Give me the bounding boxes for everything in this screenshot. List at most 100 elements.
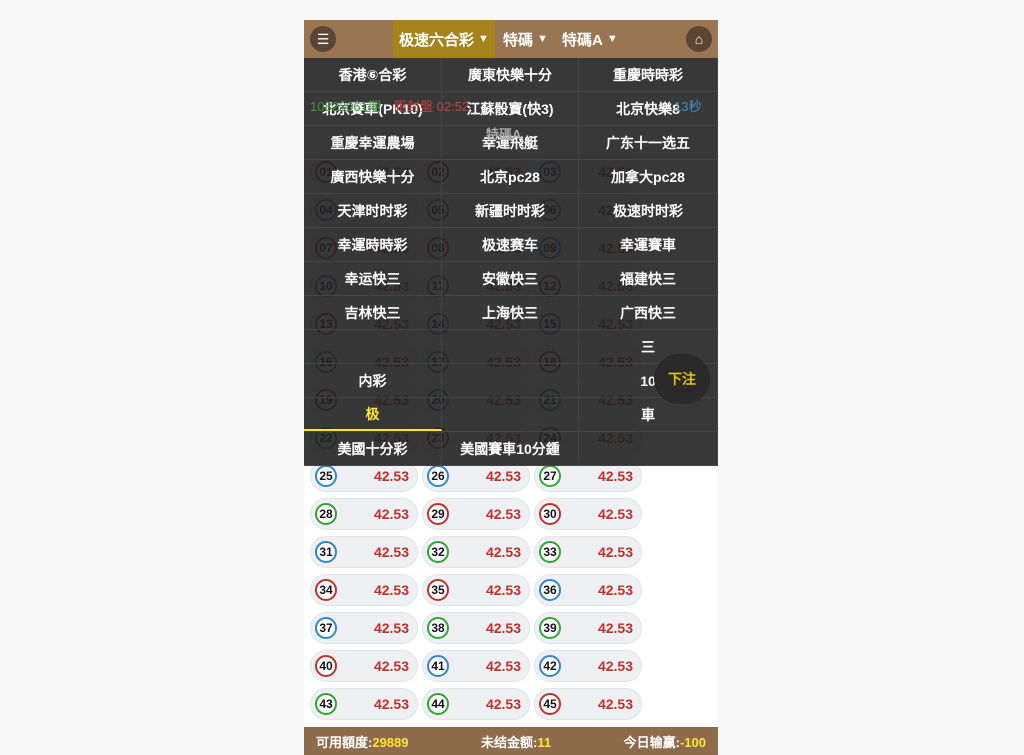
number-ball: 27: [539, 465, 561, 487]
number-ball: 39: [539, 617, 561, 639]
today-value: -100: [679, 734, 706, 750]
menu-item[interactable]: 广东十一选五: [579, 126, 718, 159]
odds: 42.53: [597, 582, 633, 598]
list-icon[interactable]: ☰: [310, 26, 336, 52]
odds: 42.53: [485, 658, 521, 674]
menu-item[interactable]: 福建快三: [579, 262, 718, 295]
menu-item: [442, 398, 579, 431]
number-ball: 42: [539, 655, 561, 677]
number-ball: 35: [427, 579, 449, 601]
number-ball: 31: [315, 541, 337, 563]
menu-row: 三: [304, 330, 718, 364]
odds: 42.53: [485, 582, 521, 598]
tab-lottery[interactable]: 极速六合彩 ▼: [393, 20, 495, 58]
ball-cell[interactable]: 38 42.53: [422, 612, 530, 644]
menu-item[interactable]: 极速时时彩: [579, 194, 718, 227]
menu-row: 廣西快樂十分 北京pc28 加拿大pc28: [304, 160, 718, 194]
tab-sub-type[interactable]: 特碼A ▼: [556, 20, 624, 58]
menu-row: 重慶幸運農場 幸運飛艇 广东十一选五: [304, 126, 718, 160]
ball-cell[interactable]: 36 42.53: [534, 574, 642, 606]
menu-item[interactable]: 极: [304, 398, 442, 431]
menu-item[interactable]: 香港⑥合彩: [304, 58, 442, 91]
number-ball: 25: [315, 465, 337, 487]
odds: 42.53: [597, 468, 633, 484]
tab-label: 特碼A: [562, 31, 603, 49]
ball-cell[interactable]: 40 42.53: [310, 650, 418, 682]
home-icon[interactable]: ⌂: [686, 26, 712, 52]
ball-cell[interactable]: 45 42.53: [534, 688, 642, 720]
odds: 42.53: [485, 696, 521, 712]
balance-label: 可用額度:: [316, 734, 373, 750]
menu-item[interactable]: 北京快樂8: [579, 92, 718, 125]
number-ball: 43: [315, 693, 337, 715]
ball-cell[interactable]: 42 42.53: [534, 650, 642, 682]
menu-item[interactable]: 美國賽車10分鍾: [442, 432, 579, 465]
menu-item[interactable]: 重慶時時彩: [579, 58, 718, 91]
menu-item[interactable]: 内彩: [304, 364, 442, 397]
menu-item[interactable]: 車: [579, 398, 718, 431]
menu-item[interactable]: 幸運賽車: [579, 228, 718, 261]
odds: 42.53: [597, 658, 633, 674]
number-ball: 40: [315, 655, 337, 677]
menu-item[interactable]: 上海快三: [442, 296, 579, 329]
menu-item[interactable]: 广西快三: [579, 296, 718, 329]
ball-cell[interactable]: 31 42.53: [310, 536, 418, 568]
number-ball: 34: [315, 579, 337, 601]
menu-item[interactable]: 吉林快三: [304, 296, 442, 329]
ball-cell[interactable]: 44 42.53: [422, 688, 530, 720]
ball-cell[interactable]: 30 42.53: [534, 498, 642, 530]
tab-label: 极速六合彩: [399, 31, 475, 49]
unsettled-label: 未结金额:: [481, 734, 538, 750]
ball-cell[interactable]: 41 42.53: [422, 650, 530, 682]
ball-cell[interactable]: 43 42.53: [310, 688, 418, 720]
ball-cell[interactable]: 29 42.53: [422, 498, 530, 530]
balance-value: 29889: [372, 734, 409, 750]
ball-cell[interactable]: 32 42.53: [422, 536, 530, 568]
menu-row: 天津时时彩 新疆时时彩 极速时时彩: [304, 194, 718, 228]
menu-item[interactable]: 北京pc28: [442, 160, 579, 193]
number-ball: 44: [427, 693, 449, 715]
unsettled: 未结金额:11: [481, 732, 551, 751]
ball-cell[interactable]: 37 42.53: [310, 612, 418, 644]
odds: 42.53: [373, 544, 409, 560]
number-ball: 45: [539, 693, 561, 715]
bet-button[interactable]: 下注: [654, 354, 710, 404]
today-result: 今日输赢:-100: [624, 732, 706, 751]
tab-play-type[interactable]: 特碼 ▼: [497, 20, 554, 58]
ball-cell[interactable]: 33 42.53: [534, 536, 642, 568]
ball-cell[interactable]: 39 42.53: [534, 612, 642, 644]
menu-item[interactable]: 加拿大pc28: [579, 160, 718, 193]
odds: 42.53: [597, 544, 633, 560]
balance: 可用額度:29889: [316, 732, 409, 751]
menu-item[interactable]: 重慶幸運農場: [304, 126, 442, 159]
menu-item[interactable]: 廣東快樂十分: [442, 58, 579, 91]
menu-item[interactable]: 江蘇骰寶(快3): [442, 92, 579, 125]
menu-item[interactable]: 安徽快三: [442, 262, 579, 295]
odds: 42.53: [373, 696, 409, 712]
menu-item[interactable]: 新疆时时彩: [442, 194, 579, 227]
menu-item[interactable]: 美國十分彩: [304, 432, 442, 465]
odds: 42.53: [373, 658, 409, 674]
number-ball: 28: [315, 503, 337, 525]
chevron-down-icon: ▼: [537, 33, 548, 45]
menu-item[interactable]: 天津时时彩: [304, 194, 442, 227]
chevron-down-icon: ▼: [478, 33, 489, 45]
menu-item[interactable]: 北京賽車(PK10): [304, 92, 442, 125]
odds: 42.53: [373, 620, 409, 636]
app: ☰ 极速六合彩▼ 特碼▼ 特碼A▼ ⌂ 0142.530242.530342.5…: [304, 20, 718, 755]
menu-item[interactable]: 幸運飛艇: [442, 126, 579, 159]
odds: 42.53: [597, 696, 633, 712]
menu-row: 幸运快三 安徽快三 福建快三: [304, 262, 718, 296]
odds: 42.53: [485, 468, 521, 484]
tab-label: 特碼: [503, 31, 534, 49]
menu-item: [442, 330, 579, 363]
ball-cell[interactable]: 28 42.53: [310, 498, 418, 530]
ball-cell[interactable]: 34 42.53: [310, 574, 418, 606]
menu-item[interactable]: 廣西快樂十分: [304, 160, 442, 193]
menu-item[interactable]: 幸運時時彩: [304, 228, 442, 261]
odds: 42.53: [485, 544, 521, 560]
number-ball: 29: [427, 503, 449, 525]
menu-item[interactable]: 幸运快三: [304, 262, 442, 295]
ball-cell[interactable]: 35 42.53: [422, 574, 530, 606]
menu-item[interactable]: 极速赛车: [442, 228, 579, 261]
